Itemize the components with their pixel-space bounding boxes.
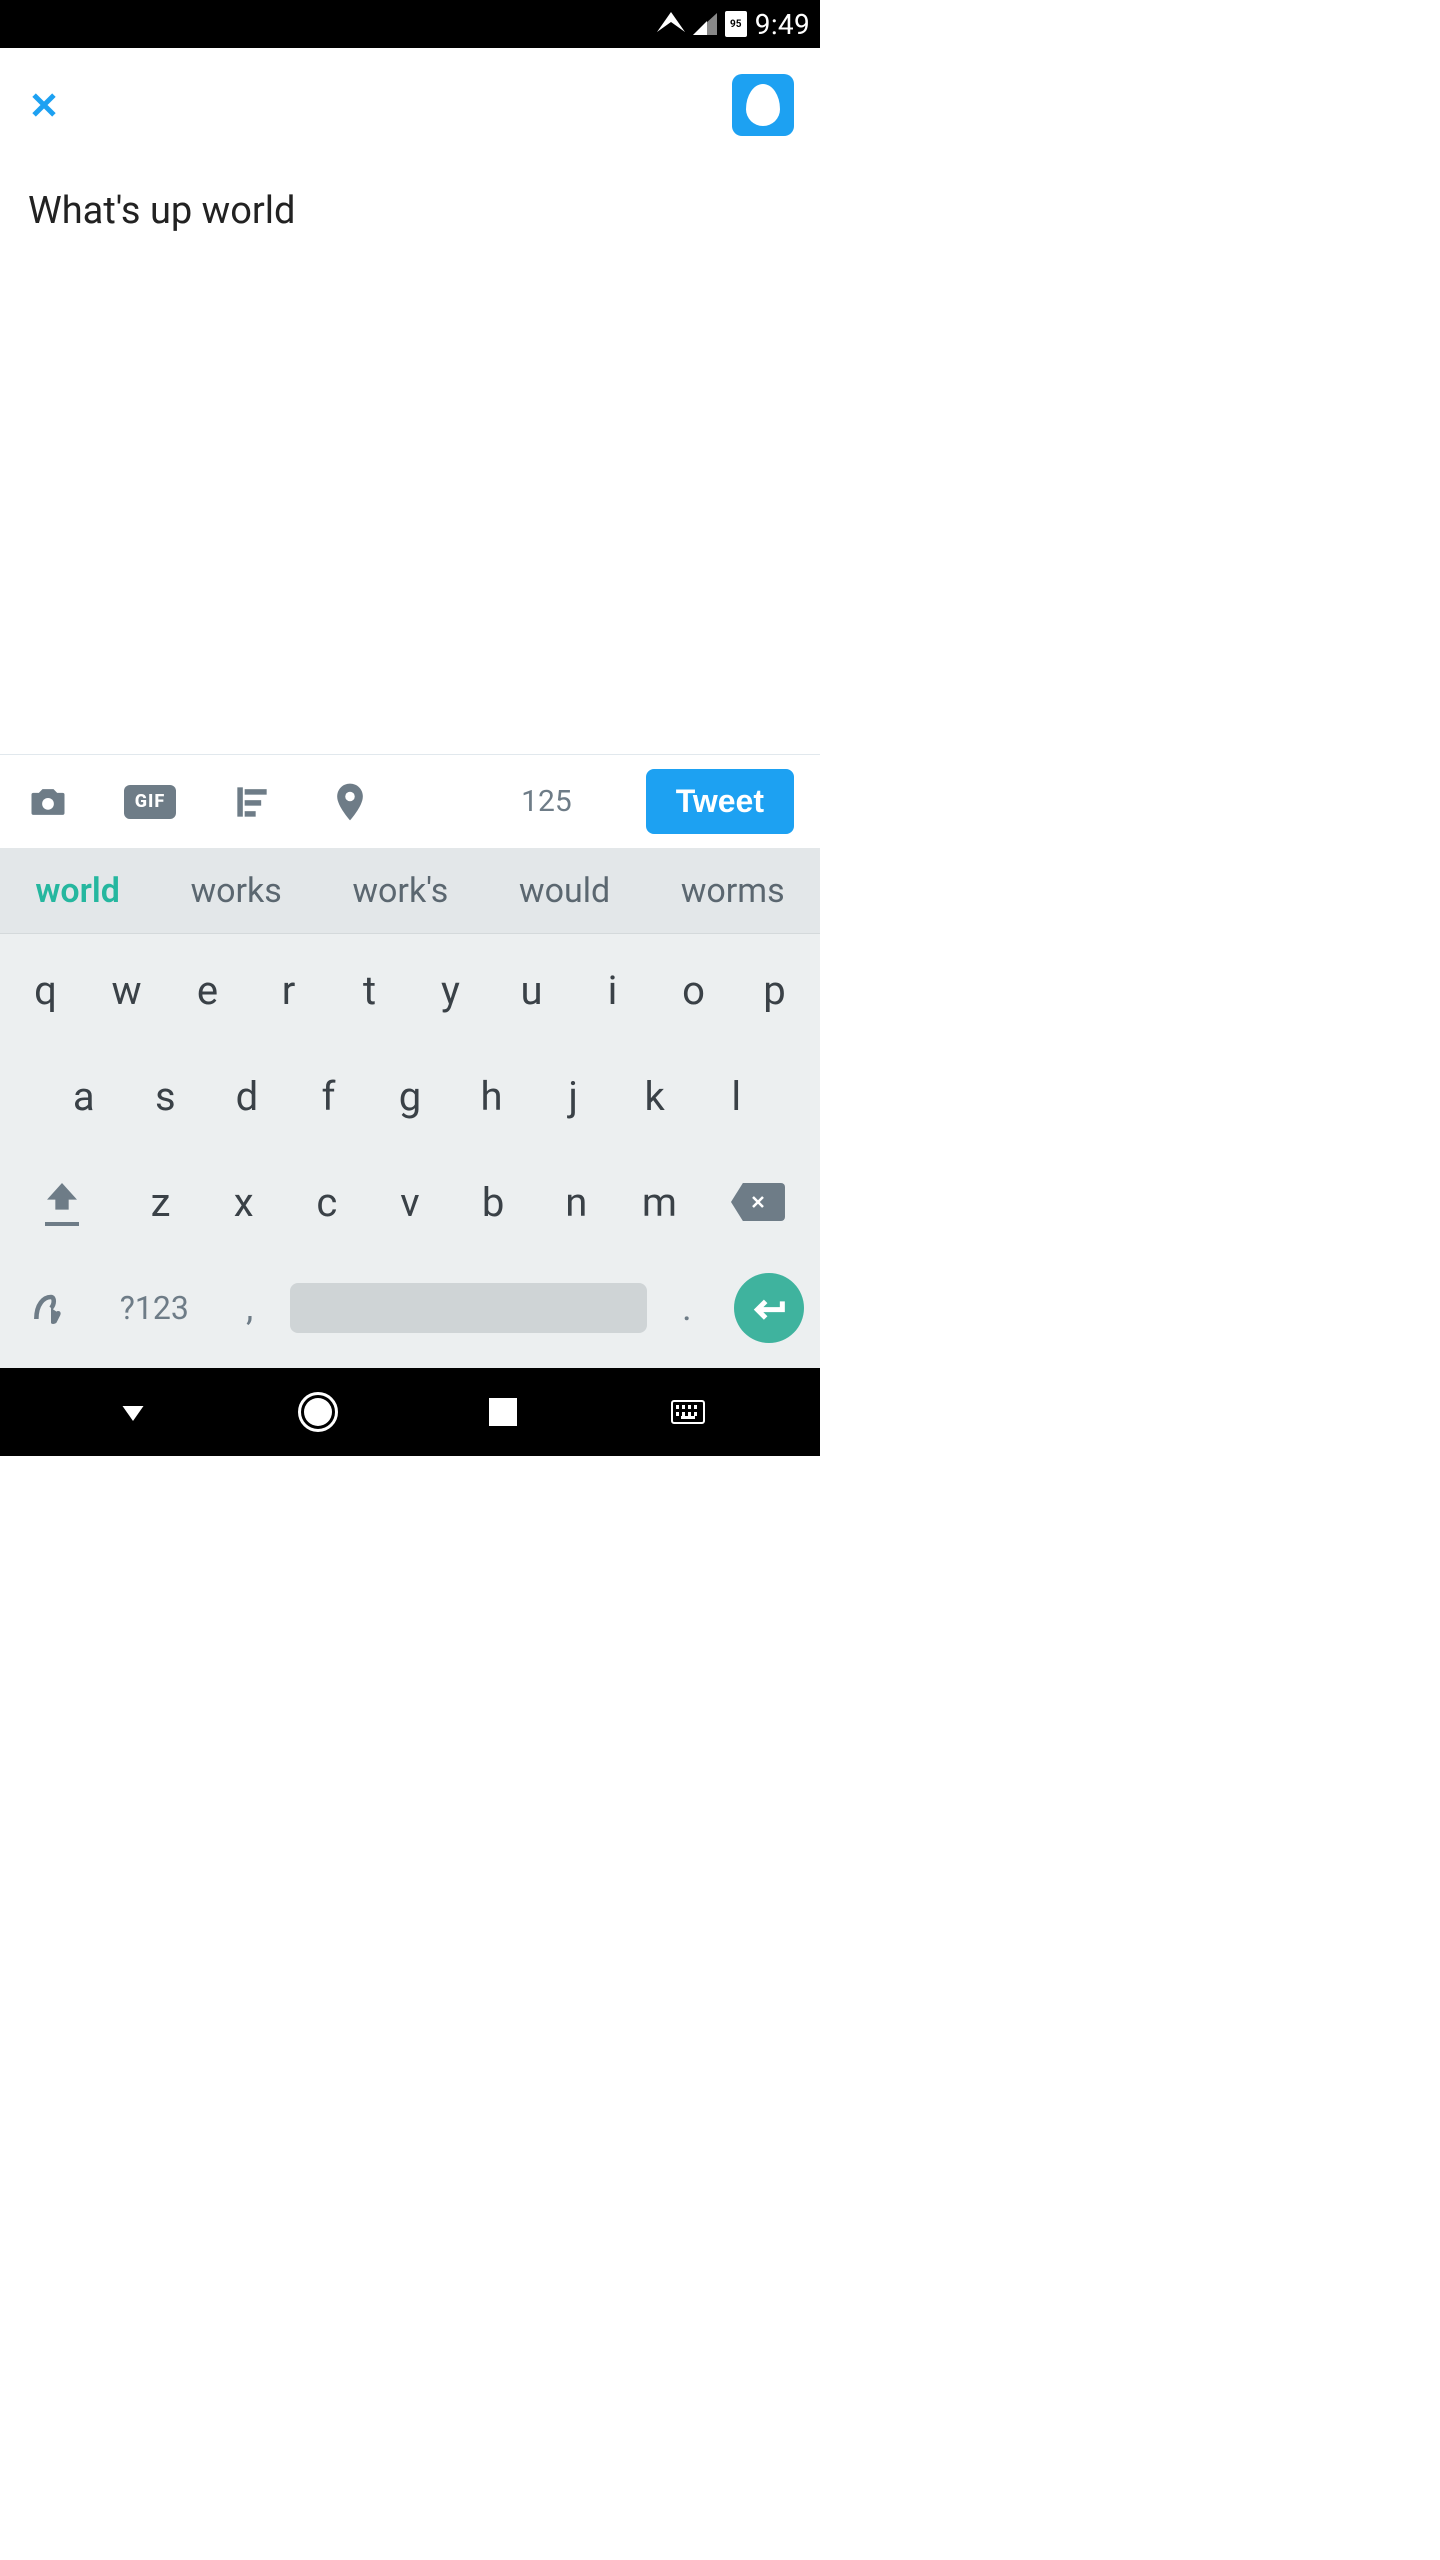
key-q[interactable]: q xyxy=(8,944,83,1036)
keyboard-suggestions: world works work's would worms xyxy=(0,848,820,934)
key-period[interactable]: . xyxy=(653,1262,721,1354)
status-clock: 9:49 xyxy=(755,8,810,41)
poll-button[interactable] xyxy=(230,780,274,824)
keyboard-row-4: ?123 , . xyxy=(8,1262,812,1354)
key-b[interactable]: b xyxy=(455,1156,532,1248)
close-button[interactable] xyxy=(26,87,62,123)
key-n[interactable]: n xyxy=(538,1156,615,1248)
system-nav-bar xyxy=(0,1368,820,1456)
camera-button[interactable] xyxy=(26,780,70,824)
key-g[interactable]: g xyxy=(372,1050,448,1142)
key-o[interactable]: o xyxy=(656,944,731,1036)
suggestion-1[interactable]: world xyxy=(35,871,120,911)
key-e[interactable]: e xyxy=(170,944,245,1036)
tweet-button[interactable]: Tweet xyxy=(646,769,794,834)
key-k[interactable]: k xyxy=(617,1050,693,1142)
key-y[interactable]: y xyxy=(413,944,488,1036)
suggestion-4[interactable]: would xyxy=(519,871,610,911)
key-v[interactable]: v xyxy=(371,1156,448,1248)
nav-keyboard-switch[interactable] xyxy=(658,1382,718,1442)
key-j[interactable]: j xyxy=(535,1050,611,1142)
compose-header xyxy=(0,48,820,144)
gif-button[interactable]: GIF xyxy=(124,785,176,819)
location-icon xyxy=(328,780,372,824)
key-m[interactable]: m xyxy=(621,1156,698,1248)
key-s[interactable]: s xyxy=(128,1050,204,1142)
key-l[interactable]: l xyxy=(698,1050,774,1142)
square-icon xyxy=(489,1398,517,1426)
shift-icon xyxy=(42,1178,82,1218)
battery-icon: 95 xyxy=(725,11,747,37)
key-comma[interactable]: , xyxy=(216,1262,284,1354)
cell-signal-icon xyxy=(693,13,717,35)
battery-percent: 95 xyxy=(730,19,741,30)
suggestion-3[interactable]: work's xyxy=(352,871,448,911)
key-t[interactable]: t xyxy=(332,944,407,1036)
key-h[interactable]: h xyxy=(454,1050,530,1142)
character-count: 125 xyxy=(521,784,572,819)
key-swipe[interactable] xyxy=(8,1262,93,1354)
nav-home[interactable] xyxy=(288,1382,348,1442)
wifi-icon xyxy=(657,12,685,32)
key-u[interactable]: u xyxy=(494,944,569,1036)
keyboard-row-1: q w e r t y u i o p xyxy=(8,944,812,1036)
enter-icon xyxy=(734,1273,804,1343)
key-d[interactable]: d xyxy=(209,1050,285,1142)
keyboard-row-3: z x c v b n m xyxy=(8,1156,812,1248)
poll-icon xyxy=(230,780,274,824)
key-r[interactable]: r xyxy=(251,944,326,1036)
swipe-icon xyxy=(29,1286,73,1330)
key-z[interactable]: z xyxy=(122,1156,199,1248)
key-p[interactable]: p xyxy=(737,944,812,1036)
backspace-icon xyxy=(731,1183,785,1221)
location-button[interactable] xyxy=(328,780,372,824)
soft-keyboard: q w e r t y u i o p a s d f g h j k l z … xyxy=(0,934,820,1368)
camera-icon xyxy=(26,780,70,824)
nav-recent[interactable] xyxy=(473,1382,533,1442)
key-w[interactable]: w xyxy=(89,944,164,1036)
keyboard-row-2: a s d f g h j k l xyxy=(8,1050,812,1142)
compose-text[interactable]: What's up world xyxy=(28,188,792,236)
keyboard-icon xyxy=(671,1400,705,1424)
suggestion-2[interactable]: works xyxy=(191,871,282,911)
key-backspace[interactable] xyxy=(704,1156,812,1248)
nav-back[interactable] xyxy=(103,1382,163,1442)
close-icon xyxy=(27,88,61,122)
triangle-down-icon xyxy=(115,1394,151,1430)
key-enter[interactable] xyxy=(727,1262,812,1354)
key-c[interactable]: c xyxy=(288,1156,365,1248)
suggestion-5[interactable]: worms xyxy=(681,871,785,911)
egg-icon xyxy=(746,84,780,126)
status-bar: 95 9:49 xyxy=(0,0,820,48)
key-numsym[interactable]: ?123 xyxy=(99,1262,210,1354)
circle-icon xyxy=(298,1392,338,1432)
key-shift[interactable] xyxy=(8,1156,116,1248)
key-i[interactable]: i xyxy=(575,944,650,1036)
profile-avatar[interactable] xyxy=(732,74,794,136)
key-a[interactable]: a xyxy=(46,1050,122,1142)
gif-icon: GIF xyxy=(124,785,176,819)
key-x[interactable]: x xyxy=(205,1156,282,1248)
key-space[interactable] xyxy=(290,1262,647,1354)
compose-toolbar: GIF 125 Tweet xyxy=(0,754,820,848)
compose-area[interactable]: What's up world xyxy=(0,144,820,754)
key-f[interactable]: f xyxy=(291,1050,367,1142)
